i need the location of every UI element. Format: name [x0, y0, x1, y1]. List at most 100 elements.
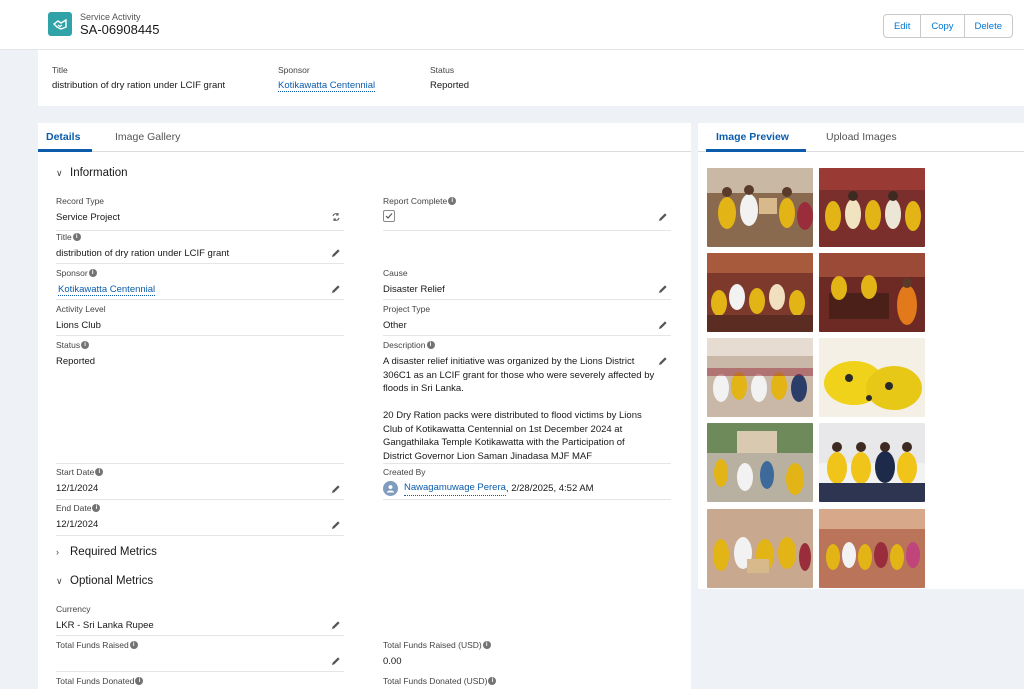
tab-image-gallery[interactable]: Image Gallery [115, 131, 180, 143]
field-report-complete: Report Complete i [383, 196, 671, 222]
end-date-value: 12/1/2024 [56, 519, 99, 530]
currency-value: LKR - Sri Lanka Rupee [56, 620, 154, 631]
gallery-image[interactable] [819, 338, 925, 417]
divider [56, 335, 344, 336]
divider [383, 463, 671, 464]
gallery-image[interactable] [707, 509, 813, 588]
title-label: Title [56, 232, 72, 242]
avatar [383, 481, 398, 496]
divider [56, 263, 344, 264]
description-line: Gangathilaka Temple Kotikawatta with the… [383, 437, 625, 448]
status-label: Status [56, 340, 81, 350]
delete-button[interactable]: Delete [964, 15, 1012, 37]
highlight-status-label: Status [430, 65, 455, 75]
change-record-type-icon[interactable] [331, 212, 341, 222]
field-sponsor: Sponsor i Kotikawatta Centennial [56, 268, 344, 297]
object-type-label: Service Activity [80, 12, 141, 22]
field-total-funds-raised: Total Funds Raised i [56, 640, 344, 655]
highlight-title: Title distribution of dry ration under L… [52, 65, 225, 91]
tab-image-preview[interactable]: Image Preview [716, 131, 789, 143]
field-project-type: Project Type Other [383, 304, 671, 333]
tab-active-indicator [38, 149, 92, 152]
info-icon[interactable]: i [88, 269, 97, 277]
highlight-sponsor: Sponsor Kotikawatta Centennial [278, 65, 376, 92]
created-by-user-link[interactable]: Nawagamuwage Perera [404, 481, 506, 496]
field-activity-level: Activity Level Lions Club [56, 304, 344, 333]
activity-level-value: Lions Club [56, 320, 101, 331]
gallery-image[interactable] [707, 168, 813, 247]
divider [383, 335, 671, 336]
edit-pencil-icon[interactable] [331, 248, 341, 258]
info-icon[interactable]: i [448, 197, 457, 205]
edit-pencil-icon[interactable] [658, 284, 668, 294]
edit-pencil-icon[interactable] [331, 484, 341, 494]
edit-pencil-icon[interactable] [331, 284, 341, 294]
description-line: 306C1 as an LCIF grant for those who wer… [383, 369, 655, 381]
copy-button[interactable]: Copy [921, 15, 965, 37]
divider [56, 230, 344, 231]
image-preview-card: Image Preview Upload Images [698, 123, 1024, 589]
section-information[interactable]: ∨ Information [56, 167, 128, 179]
action-button-group: Edit Copy Delete [882, 14, 1013, 38]
divider [383, 299, 671, 300]
edit-pencil-icon[interactable] [658, 320, 668, 330]
field-total-funds-donated: Total Funds Donated i [56, 676, 344, 686]
divider [383, 230, 671, 231]
highlight-sponsor-link[interactable]: Kotikawatta Centennial [278, 80, 376, 92]
gallery-image[interactable] [819, 253, 925, 332]
gallery-image[interactable] [819, 423, 925, 502]
field-cause: Cause Disaster Relief [383, 268, 671, 297]
description-value: A disaster relief initiative was organiz… [383, 355, 671, 463]
info-icon[interactable]: i [81, 341, 90, 349]
page-header: Service Activity SA-06908445 Edit Copy D… [0, 0, 1024, 50]
highlight-status-value: Reported [430, 80, 470, 91]
record-type-label: Record Type [56, 196, 105, 206]
field-currency: Currency LKR - Sri Lanka Rupee [56, 604, 344, 633]
field-record-type: Record Type Service Project [56, 196, 344, 225]
info-icon[interactable]: i [135, 677, 144, 685]
edit-pencil-icon[interactable] [658, 212, 668, 222]
tab-active-indicator [706, 149, 806, 152]
divider [383, 499, 671, 500]
info-icon[interactable]: i [72, 233, 81, 241]
highlight-status: Status Reported [430, 65, 469, 91]
description-line: floods in Sri Lanka. [383, 383, 464, 394]
description-line: Club of Kotikawatta Centennial on 1st De… [383, 423, 623, 435]
info-icon[interactable]: i [488, 677, 497, 685]
highlight-title-value: distribution of dry ration under LCIF gr… [52, 80, 226, 91]
gallery-image[interactable] [707, 253, 813, 332]
edit-pencil-icon[interactable] [331, 520, 341, 530]
divider [56, 671, 344, 672]
status-value: Reported [56, 356, 96, 367]
edit-pencil-icon[interactable] [331, 656, 341, 666]
field-start-date: Start Date i 12/1/2024 [56, 467, 344, 496]
gallery-image[interactable] [819, 168, 925, 247]
section-optional-metrics[interactable]: ∨ Optional Metrics [56, 575, 153, 587]
tab-details[interactable]: Details [46, 131, 80, 143]
cause-value: Disaster Relief [383, 284, 445, 295]
edit-pencil-icon[interactable] [331, 620, 341, 630]
description-line: 20 Dry Ration packs were distributed to … [383, 410, 642, 421]
sponsor-link[interactable]: Kotikawatta Centennial [58, 284, 156, 296]
info-icon[interactable]: i [129, 641, 138, 649]
edit-pencil-icon[interactable] [658, 356, 668, 366]
info-icon[interactable]: i [95, 468, 104, 476]
gallery-image[interactable] [707, 338, 813, 417]
created-by-label: Created By [383, 467, 426, 477]
report-complete-checkbox[interactable] [383, 210, 395, 222]
project-type-value: Other [383, 320, 407, 331]
highlight-title-label: Title [52, 65, 68, 75]
info-icon[interactable]: i [426, 341, 435, 349]
total-funds-raised-usd-value: 0.00 [383, 656, 402, 667]
image-tabs: Image Preview Upload Images [698, 123, 1024, 152]
info-icon[interactable]: i [92, 504, 101, 512]
chevron-right-icon: › [56, 547, 59, 557]
info-icon[interactable]: i [482, 641, 491, 649]
gallery-image[interactable] [707, 423, 813, 502]
gallery-image[interactable] [819, 509, 925, 588]
activity-level-label: Activity Level [56, 304, 106, 314]
tab-upload-images[interactable]: Upload Images [826, 131, 897, 143]
section-required-metrics[interactable]: › Required Metrics [56, 546, 157, 558]
edit-button[interactable]: Edit [883, 15, 922, 37]
description-label: Description [383, 340, 426, 350]
